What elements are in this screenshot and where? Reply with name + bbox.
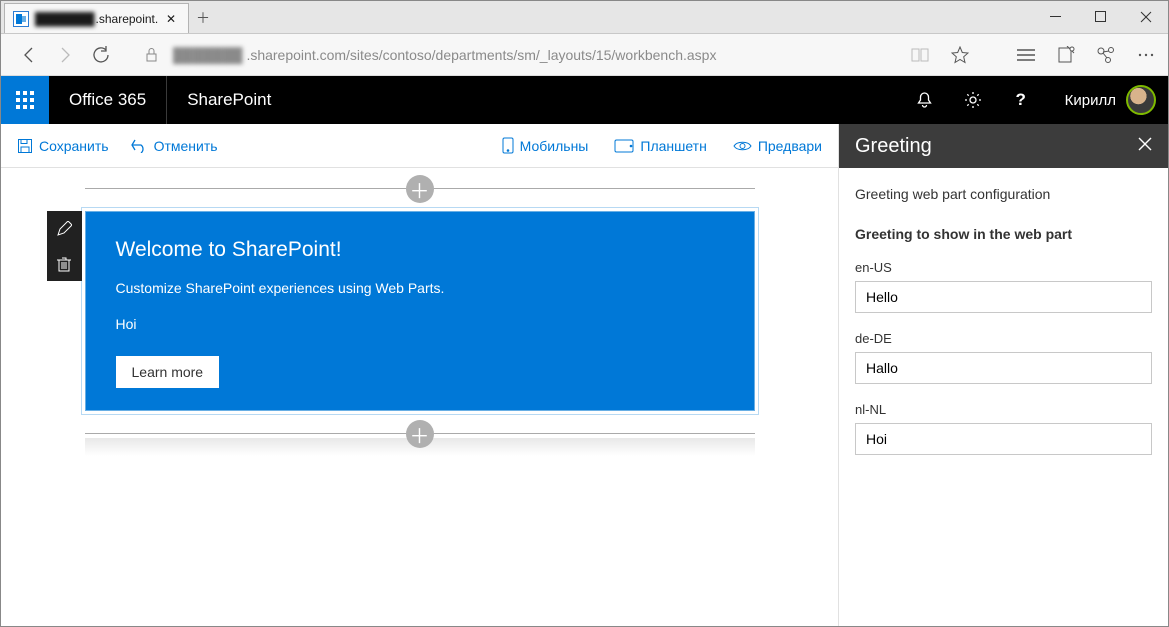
pane-header: Greeting — [839, 124, 1168, 168]
canvas: ＋ Welcome to SharePoint! Customize Share… — [1, 168, 838, 626]
reading-view-icon[interactable] — [908, 43, 932, 67]
webpart-wrapper: Welcome to SharePoint! Customize SharePo… — [85, 211, 755, 411]
browser-right-controls — [908, 43, 1158, 67]
tab-close-icon[interactable]: ✕ — [162, 12, 180, 26]
pane-description: Greeting web part configuration — [855, 186, 1152, 202]
tab-title-suffix: .sharepoint. — [96, 12, 159, 26]
add-section-bottom[interactable]: ＋ — [406, 420, 434, 448]
mobile-label: Мобильны — [520, 138, 589, 154]
new-tab-button[interactable]: ＋ — [189, 3, 217, 33]
pane-close-button[interactable] — [1134, 133, 1156, 160]
user-name: Кирилл — [1065, 92, 1116, 109]
webpart-greeting: Hoi — [116, 316, 724, 332]
window-controls — [1033, 0, 1168, 33]
avatar — [1126, 85, 1156, 115]
greeting-webpart[interactable]: Welcome to SharePoint! Customize SharePo… — [85, 211, 755, 411]
refresh-button[interactable] — [83, 37, 119, 73]
minimize-button[interactable] — [1033, 0, 1078, 33]
browser-tab-bar: ███████ .sharepoint. ✕ ＋ — [1, 1, 1168, 34]
field-nl-nl: nl-NL — [855, 402, 1152, 455]
url-blurred: ███████ — [173, 47, 242, 63]
maximize-button[interactable] — [1078, 0, 1123, 33]
brand-label[interactable]: Office 365 — [49, 76, 167, 124]
page-toolbar: Сохранить Отменить Мобильны Планшетн Пре… — [1, 124, 838, 168]
preview-button[interactable]: Предвари — [725, 133, 830, 158]
lock-icon[interactable] — [133, 37, 169, 73]
menu-icon[interactable] — [1134, 43, 1158, 67]
field-input-de-de[interactable] — [855, 352, 1152, 384]
field-label: nl-NL — [855, 402, 1152, 417]
forward-button[interactable] — [47, 37, 83, 73]
field-de-de: de-DE — [855, 331, 1152, 384]
section-divider-top: ＋ — [85, 188, 755, 189]
field-en-us: en-US — [855, 260, 1152, 313]
tablet-button[interactable]: Планшетн — [606, 133, 714, 158]
notes-icon[interactable] — [1054, 43, 1078, 67]
close-window-button[interactable] — [1123, 0, 1168, 33]
mobile-button[interactable]: Мобильны — [494, 133, 597, 158]
discard-label: Отменить — [154, 138, 218, 154]
add-section-top[interactable]: ＋ — [406, 175, 434, 203]
notifications-icon[interactable] — [901, 76, 949, 124]
edit-webpart-button[interactable] — [47, 211, 82, 246]
browser-tab[interactable]: ███████ .sharepoint. ✕ — [4, 3, 189, 33]
pane-title: Greeting — [855, 135, 932, 158]
hub-icon[interactable] — [1014, 43, 1038, 67]
sharepoint-favicon — [13, 11, 29, 27]
delete-webpart-button[interactable] — [47, 246, 82, 281]
browser-address-bar: ███████ .sharepoint.com/sites/contoso/de… — [1, 34, 1168, 76]
field-label: en-US — [855, 260, 1152, 275]
section-divider-bottom: ＋ — [85, 433, 755, 434]
back-button[interactable] — [11, 37, 47, 73]
preview-label: Предвари — [758, 138, 822, 154]
url-text: .sharepoint.com/sites/contoso/department… — [246, 47, 716, 63]
save-label: Сохранить — [39, 138, 109, 154]
learn-more-button[interactable]: Learn more — [116, 356, 220, 388]
app-label[interactable]: SharePoint — [167, 76, 291, 124]
user-label[interactable]: Кирилл — [1045, 76, 1168, 124]
share-icon[interactable] — [1094, 43, 1118, 67]
property-pane: Greeting Greeting web part configuration… — [838, 124, 1168, 626]
discard-button[interactable]: Отменить — [123, 134, 226, 158]
tablet-label: Планшетн — [640, 138, 706, 154]
tab-title-blurred: ███████ — [35, 12, 95, 26]
webpart-subtitle: Customize SharePoint experiences using W… — [116, 280, 724, 296]
pane-section-label: Greeting to show in the web part — [855, 226, 1152, 242]
url-field[interactable]: ███████ .sharepoint.com/sites/contoso/de… — [169, 47, 908, 63]
settings-icon[interactable] — [949, 76, 997, 124]
help-icon[interactable]: ? — [997, 76, 1045, 124]
field-input-nl-nl[interactable] — [855, 423, 1152, 455]
app-launcher[interactable] — [1, 76, 49, 124]
field-input-en-us[interactable] — [855, 281, 1152, 313]
field-label: de-DE — [855, 331, 1152, 346]
webpart-title: Welcome to SharePoint! — [116, 238, 724, 262]
save-button[interactable]: Сохранить — [9, 134, 117, 158]
favorite-icon[interactable] — [948, 43, 972, 67]
suite-bar: Office 365 SharePoint ? Кирилл — [1, 76, 1168, 124]
webpart-controls — [47, 211, 82, 281]
